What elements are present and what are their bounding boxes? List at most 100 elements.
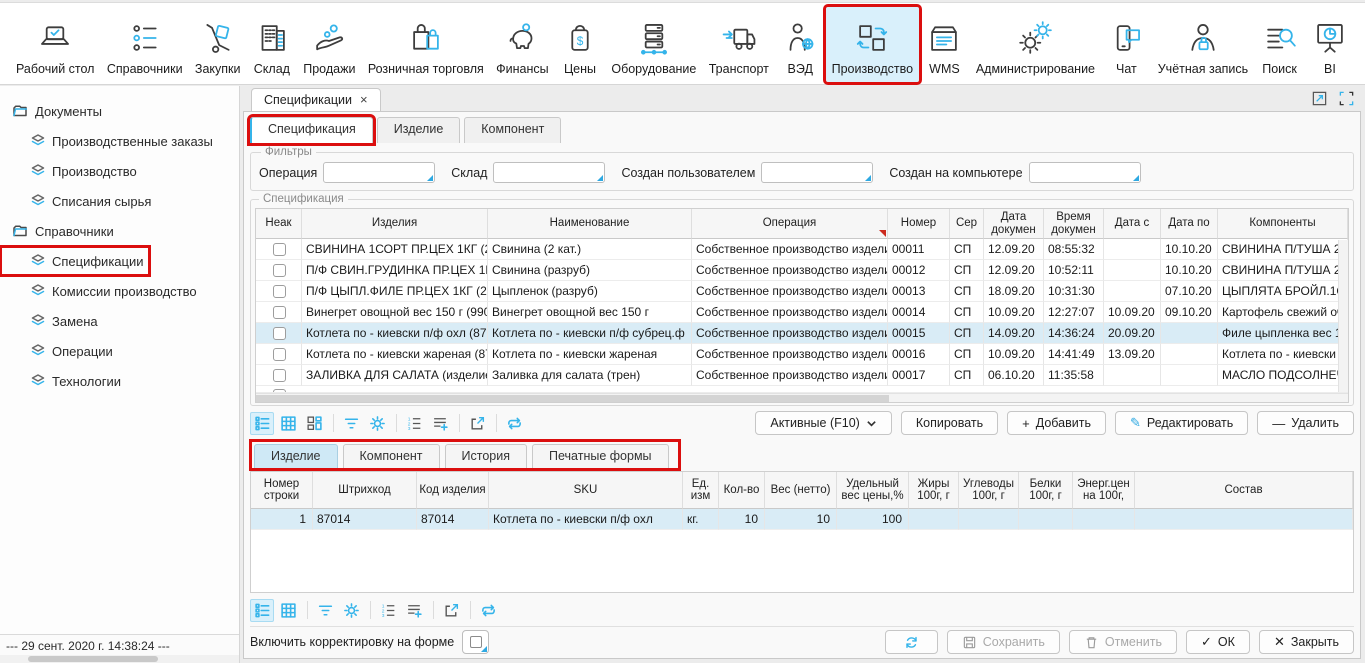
table-row[interactable]: П/Ф СВИН.ГРУДИНКА ПР.ЦЕХ 1КГ (2 Свинина … — [256, 260, 1348, 281]
sidebar-group-spravochniki[interactable]: Справочники — [0, 216, 239, 246]
cell-ser[interactable]: СП — [950, 344, 984, 365]
col-header-komponenty[interactable]: Компоненты — [1218, 209, 1348, 239]
fullscreen-icon[interactable] — [1338, 90, 1355, 107]
col-header-operatsiya[interactable]: Операция — [692, 209, 888, 239]
cell-price-share[interactable]: 100 — [837, 509, 909, 530]
toolbar-item-sklad[interactable]: Склад — [247, 7, 297, 82]
add-row-icon[interactable] — [402, 599, 426, 622]
scrollbar-thumb[interactable] — [28, 656, 158, 662]
cell-name[interactable]: Свинина (2 кат.) — [488, 239, 692, 260]
table-grid-icon[interactable] — [276, 412, 300, 435]
cell-date-to[interactable]: 10.10.20 — [1161, 260, 1218, 281]
toolbar-item-proizvodstvo[interactable]: Производство — [826, 7, 920, 82]
cell-name[interactable]: Котлета по - киевски жареная — [488, 344, 692, 365]
table-row[interactable]: П/Ф ЦЫПЛ.ФИЛЕ ПР.ЦЕХ 1КГ (27429 Цыпленок… — [256, 281, 1348, 302]
cell-name[interactable]: Цыпленок (разруб) — [488, 281, 692, 302]
cards-layout-icon[interactable] — [302, 412, 326, 435]
sidebar-item-proizvodstvo[interactable]: Производство — [0, 156, 239, 186]
col-header-neak[interactable]: Неак — [256, 209, 302, 239]
toolbar-item-chat[interactable]: Чат — [1101, 7, 1151, 82]
col-header-vremya-dokumenta[interactable]: Время докумен — [1044, 209, 1104, 239]
cell-doc-date[interactable]: 06.10.20 — [984, 365, 1044, 386]
row-checkbox[interactable] — [273, 285, 286, 298]
add-button[interactable]: +Добавить — [1007, 411, 1106, 435]
cell-ser[interactable]: СП — [950, 260, 984, 281]
cell-date-to[interactable] — [1161, 365, 1218, 386]
sidebar-item-operatsii[interactable]: Операции — [0, 336, 239, 366]
cell-operation[interactable]: Собственное производство издели — [692, 260, 888, 281]
cell-doc-date[interactable]: 18.09.20 — [984, 281, 1044, 302]
cell-number[interactable]: 00015 — [888, 323, 950, 344]
cell-product[interactable]: Винегрет овощной вес 150 г (99000 — [302, 302, 488, 323]
sidebar-item-zamena[interactable]: Замена — [0, 306, 239, 336]
col-header-data-po[interactable]: Дата по — [1161, 209, 1218, 239]
cell-operation[interactable]: Собственное производство издели — [692, 239, 888, 260]
col-header-kod-izdeliya[interactable]: Код изделия — [417, 472, 489, 509]
cell-net-weight[interactable]: 10 — [765, 509, 837, 530]
cell-proteins[interactable] — [1019, 509, 1073, 530]
cell-product-code[interactable]: 87014 — [417, 509, 489, 530]
export-icon[interactable] — [439, 599, 463, 622]
cell-name[interactable]: Заливка для салата (трен) — [488, 365, 692, 386]
numbered-list-icon[interactable]: 123 — [376, 599, 400, 622]
col-header-sku[interactable]: SKU — [489, 472, 683, 509]
cell-components[interactable]: ЦЫПЛЯТА БРОЙЛ.1С ОХЛ.ФАС — [1218, 281, 1348, 302]
cell-doc-time[interactable]: 08:55:32 — [1044, 239, 1104, 260]
ok-button[interactable]: ✓ОК — [1186, 630, 1250, 654]
copy-button[interactable]: Копировать — [901, 411, 998, 435]
toolbar-item-wms[interactable]: WMS — [919, 7, 969, 82]
tab-istoriya[interactable]: История — [445, 444, 527, 469]
tab-izdelie[interactable]: Изделие — [254, 444, 338, 469]
detail-row-selected[interactable]: 1 87014 87014 Котлета по - киевски п/ф о… — [251, 509, 1353, 530]
cell-doc-time[interactable]: 12:27:07 — [1044, 302, 1104, 323]
table-grid-icon[interactable] — [276, 599, 300, 622]
tab-spetsifikatsiya[interactable]: Спецификация — [250, 117, 373, 143]
document-tab-spetsifikatsii[interactable]: Спецификации × — [251, 88, 381, 111]
cell-barcode[interactable]: 87014 — [313, 509, 417, 530]
close-button[interactable]: ✕Закрыть — [1259, 630, 1354, 654]
col-header-nomer[interactable]: Номер — [888, 209, 950, 239]
cell-components[interactable]: МАСЛО ПОДСОЛНЕЧНОЕ (ком — [1218, 365, 1348, 386]
toolbar-item-finansy[interactable]: Финансы — [490, 7, 554, 82]
gear-icon[interactable] — [365, 412, 389, 435]
col-header-kol-vo[interactable]: Кол-во — [719, 472, 765, 509]
col-header-zhiry[interactable]: Жиры 100г, г — [909, 472, 959, 509]
toolbar-item-prodazhi[interactable]: Продажи — [297, 7, 361, 82]
cell-composition[interactable] — [1135, 509, 1353, 530]
sidebar-item-spisaniya-syrya[interactable]: Списания сырья — [0, 186, 239, 216]
filter-input-sozdan-polzovatelem[interactable] — [761, 162, 873, 183]
cell-components[interactable]: СВИНИНА П/ТУША 2КАТ ОХЛ 1 — [1218, 260, 1348, 281]
add-row-icon[interactable] — [428, 412, 452, 435]
col-header-shtrihkod[interactable]: Штрихкод — [313, 472, 417, 509]
cell-doc-time[interactable]: 10:52:11 — [1044, 260, 1104, 281]
cell-date-to[interactable]: 09.10.20 — [1161, 302, 1218, 323]
spec-table-horizontal-scrollbar[interactable] — [256, 393, 1348, 402]
toolbar-item-zakupki[interactable]: Закупки — [189, 7, 247, 82]
cell-operation[interactable]: Собственное производство издели — [692, 365, 888, 386]
col-header-naimenovanie[interactable]: Наименование — [488, 209, 692, 239]
cell-components[interactable]: Котлета по - киевски п/ф субре — [1218, 344, 1348, 365]
edit-button[interactable]: ✎Редактировать — [1115, 411, 1248, 435]
cell-doc-date[interactable]: 12.09.20 — [984, 239, 1044, 260]
cancel-button[interactable]: Отменить — [1069, 630, 1177, 654]
col-header-udelnyi-ves[interactable]: Удельный вес цены,% — [837, 472, 909, 509]
cell-sku[interactable]: Котлета по - киевски п/ф охл — [489, 509, 683, 530]
cell-product[interactable]: ЗАЛИВКА ДЛЯ САЛАТА (изделие) — [302, 365, 488, 386]
cell-date-from[interactable] — [1104, 239, 1161, 260]
cell-doc-time[interactable]: 11:35:58 — [1044, 365, 1104, 386]
close-tab-icon[interactable]: × — [360, 92, 368, 107]
toolbar-item-tseny[interactable]: $ Цены — [555, 7, 605, 82]
col-header-ed-izm[interactable]: Ед. изм — [683, 472, 719, 509]
cell-date-from[interactable]: 20.09.20 — [1104, 323, 1161, 344]
col-header-nomer-stroki[interactable]: Номер строки — [251, 472, 313, 509]
gear-icon[interactable] — [339, 599, 363, 622]
cell-number[interactable]: 00013 — [888, 281, 950, 302]
cell-number[interactable]: 00016 — [888, 344, 950, 365]
toolbar-item-transport[interactable]: Транспорт — [703, 7, 775, 82]
table-row[interactable]: Котлета по - киевски жареная (870 Котлет… — [256, 344, 1348, 365]
cell-fats[interactable] — [909, 509, 959, 530]
toolbar-item-rabochiy-stol[interactable]: Рабочий стол — [10, 7, 100, 82]
cell-doc-date[interactable]: 12.09.20 — [984, 260, 1044, 281]
sidebar-item-spetsifikatsii[interactable]: Спецификации — [0, 246, 150, 276]
cell-components[interactable]: Филе цыпленка вес 1кг, Масло — [1218, 323, 1348, 344]
